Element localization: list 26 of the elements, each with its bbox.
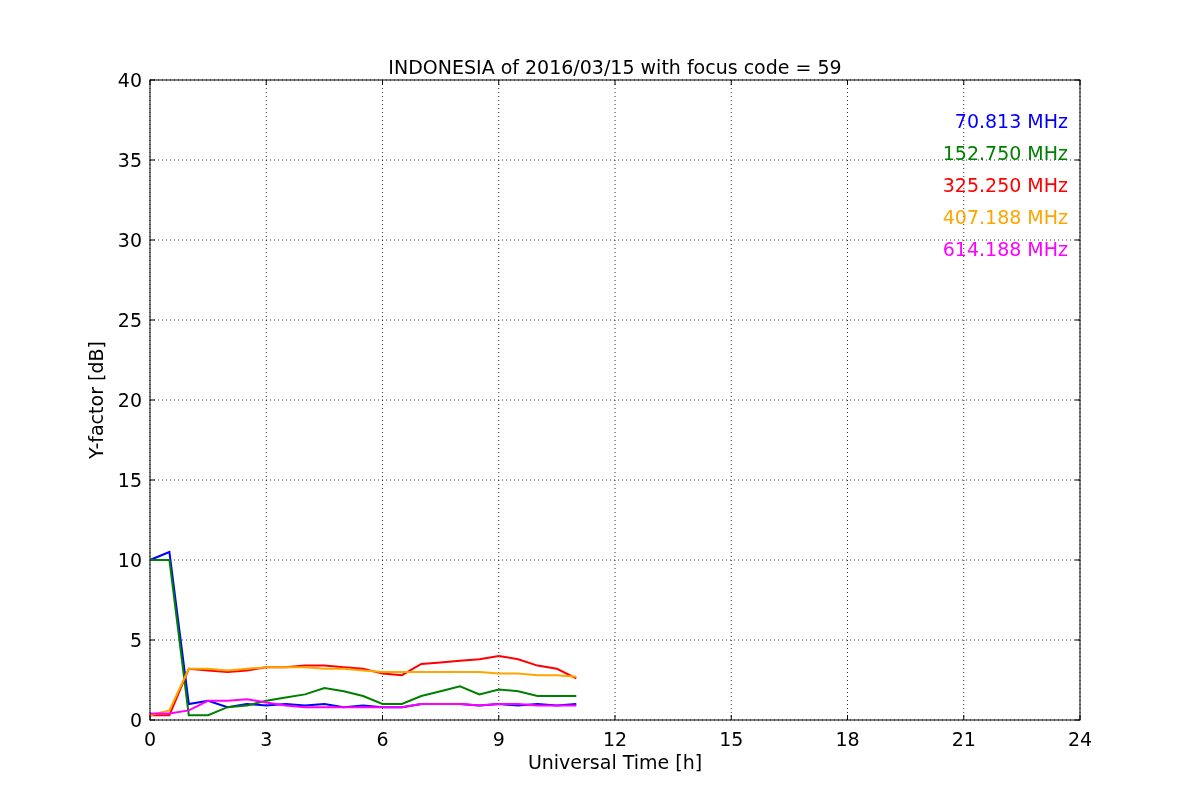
x-tick-label: 12 [602,728,628,750]
x-tick-label: 9 [492,728,505,750]
chart-title: INDONESIA of 2016/03/15 with focus code = 59 [388,56,842,78]
legend-label: 325.250 MHz [942,174,1068,196]
y-axis-label: Y-factor [dB] [85,341,107,459]
y-tick-label: 5 [129,629,142,651]
x-tick-label: 24 [1067,728,1093,750]
y-tick-label: 15 [117,469,142,491]
y-tick-label: 35 [117,149,142,171]
legend-label: 614.188 MHz [942,238,1068,260]
x-axis-label: Universal Time [h] [527,751,703,773]
legend-label: 70.813 MHz [954,110,1068,132]
x-tick-label: 3 [260,728,273,750]
legend-label: 407.188 MHz [942,206,1068,228]
y-tick-label: 0 [129,709,142,731]
x-tick-label: 6 [376,728,389,750]
x-tick-label: 15 [719,728,744,750]
x-tick-label: 21 [951,728,976,750]
x-tick-label: 18 [835,728,860,750]
x-tick-label: 0 [143,728,157,750]
y-tick-label: 40 [117,69,142,91]
y-tick-label: 25 [117,309,142,331]
y-tick-label: 30 [117,229,142,251]
y-tick-label: 20 [117,389,142,411]
legend-label: 152.750 MHz [942,142,1068,164]
y-tick-label: 10 [117,549,142,571]
